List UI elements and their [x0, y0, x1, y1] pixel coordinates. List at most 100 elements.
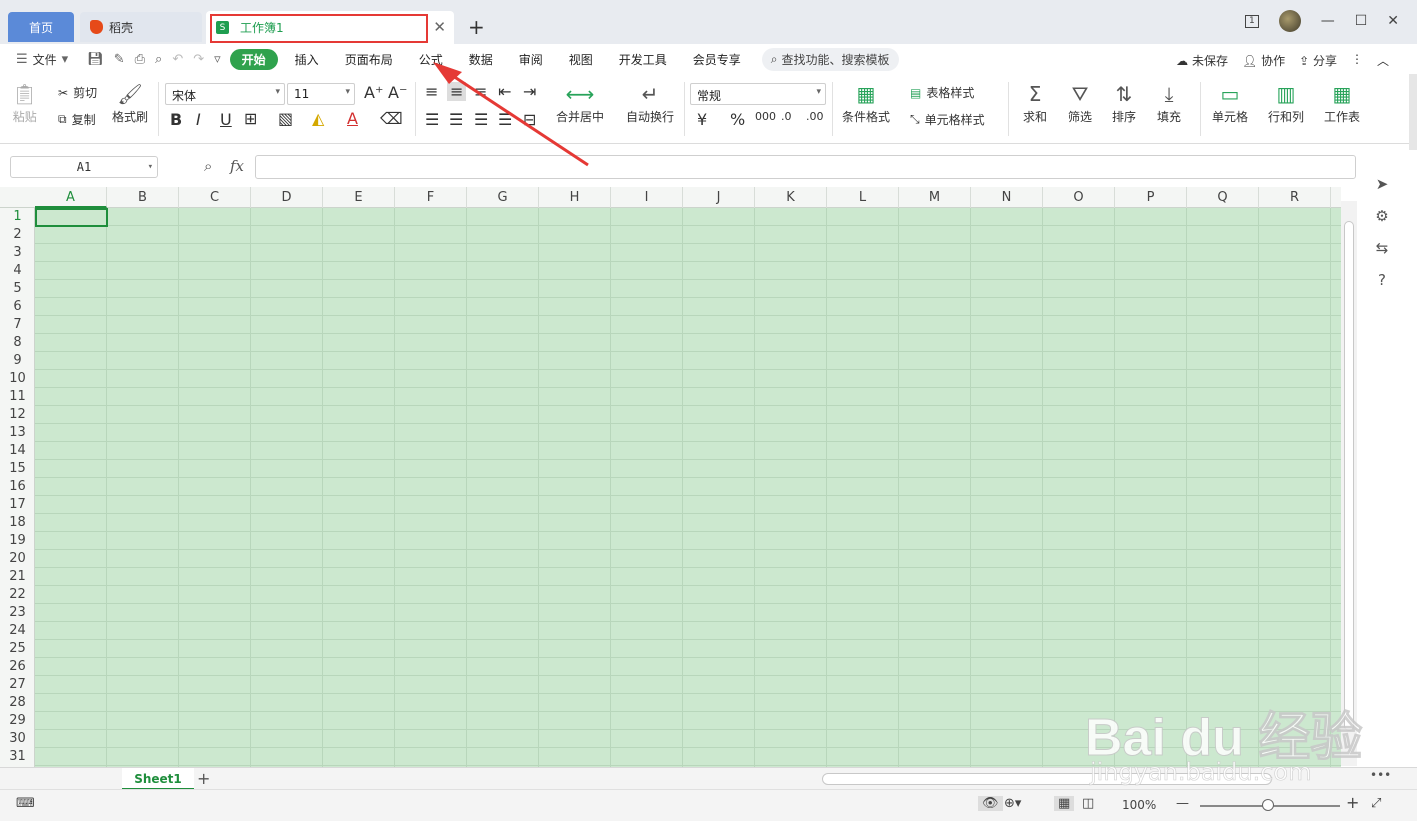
- print-icon[interactable]: ⎙: [135, 52, 145, 67]
- bold-icon[interactable]: B: [170, 110, 182, 129]
- table-style-button[interactable]: ▤ 表格样式: [910, 84, 974, 101]
- column-header[interactable]: I: [611, 187, 683, 208]
- filter-button[interactable]: ⛛ 筛选: [1068, 80, 1092, 125]
- settings-sliders-icon[interactable]: ⚙: [1375, 207, 1388, 225]
- row-header[interactable]: 28: [0, 694, 35, 712]
- name-box[interactable]: A1: [10, 156, 158, 178]
- font-color-icon[interactable]: A: [347, 109, 358, 128]
- eye-protection-icon[interactable]: 👁︎: [978, 796, 1003, 811]
- zoom-in-icon[interactable]: +: [1346, 793, 1359, 812]
- percent-icon[interactable]: %: [730, 110, 745, 129]
- cell-button[interactable]: ▭ 单元格: [1212, 80, 1248, 125]
- sum-button[interactable]: Σ 求和: [1023, 80, 1047, 125]
- wrap-text-button[interactable]: ↵ 自动换行: [626, 80, 674, 125]
- format-painter-small-icon[interactable]: ✎: [114, 52, 125, 67]
- close-tab-icon[interactable]: ✕: [433, 18, 446, 36]
- help-icon[interactable]: ?: [1378, 271, 1386, 289]
- indent-decrease-icon[interactable]: ⇤: [498, 82, 511, 101]
- zoom-level[interactable]: 100%: [1122, 798, 1156, 812]
- row-header[interactable]: 7: [0, 316, 35, 334]
- vertical-scroll-thumb[interactable]: [1344, 221, 1354, 731]
- menu-view[interactable]: 视图: [556, 51, 606, 68]
- more-quick-icon[interactable]: ▿: [214, 52, 221, 67]
- column-header[interactable]: Q: [1187, 187, 1259, 208]
- column-header[interactable]: F: [395, 187, 467, 208]
- undo-icon[interactable]: ↶: [172, 52, 183, 67]
- row-header[interactable]: 24: [0, 622, 35, 640]
- row-header[interactable]: 2: [0, 226, 35, 244]
- tab-home[interactable]: 首页: [8, 12, 74, 42]
- row-header[interactable]: 15: [0, 460, 35, 478]
- row-header[interactable]: 18: [0, 514, 35, 532]
- row-header[interactable]: 19: [0, 532, 35, 550]
- menu-review[interactable]: 审阅: [506, 51, 556, 68]
- row-header[interactable]: 31: [0, 748, 35, 766]
- column-header[interactable]: D: [251, 187, 323, 208]
- column-header[interactable]: P: [1115, 187, 1187, 208]
- collab-button[interactable]: 👤︎ 协作: [1242, 52, 1285, 69]
- row-header[interactable]: 30: [0, 730, 35, 748]
- row-header[interactable]: 13: [0, 424, 35, 442]
- column-header[interactable]: E: [323, 187, 395, 208]
- currency-icon[interactable]: ¥: [697, 110, 707, 129]
- transform-icon[interactable]: ⇆: [1376, 239, 1389, 257]
- more-icon[interactable]: ⋮: [1351, 52, 1363, 69]
- crosshair-view-icon[interactable]: ⊕▾: [1004, 796, 1021, 811]
- row-header[interactable]: 22: [0, 586, 35, 604]
- row-header[interactable]: 6: [0, 298, 35, 316]
- column-header[interactable]: M: [899, 187, 971, 208]
- fx-icon[interactable]: fx: [230, 157, 244, 175]
- menu-member[interactable]: 会员专享: [680, 51, 754, 68]
- normal-view-icon[interactable]: ▦: [1054, 796, 1075, 811]
- cut-button[interactable]: ✂ 剪切: [58, 84, 97, 101]
- underline-icon[interactable]: U: [220, 110, 232, 129]
- maximize-icon[interactable]: ☐: [1355, 13, 1368, 29]
- justify-icon[interactable]: ☰: [498, 110, 512, 129]
- row-header[interactable]: 21: [0, 568, 35, 586]
- column-header[interactable]: R: [1259, 187, 1331, 208]
- row-header[interactable]: 1: [0, 208, 35, 226]
- fill-pattern-icon[interactable]: ▧: [278, 109, 293, 128]
- cell-style-button[interactable]: ⤡ 单元格样式: [910, 111, 985, 128]
- zoom-slider-thumb[interactable]: [1262, 799, 1274, 811]
- row-header[interactable]: 23: [0, 604, 35, 622]
- worksheet-button[interactable]: ▦ 工作表: [1324, 80, 1360, 125]
- column-header[interactable]: N: [971, 187, 1043, 208]
- sort-button[interactable]: ⇅ 排序: [1112, 80, 1136, 125]
- menu-page-layout[interactable]: 页面布局: [332, 51, 406, 68]
- copy-button[interactable]: ⧉ 复制: [58, 111, 96, 128]
- thousands-icon[interactable]: 000: [755, 110, 776, 123]
- close-window-icon[interactable]: ✕: [1387, 13, 1399, 29]
- chevron-down-icon[interactable]: ▾: [62, 52, 69, 67]
- share-button[interactable]: ⇪ 分享: [1299, 52, 1337, 69]
- column-header[interactable]: K: [755, 187, 827, 208]
- column-header[interactable]: L: [827, 187, 899, 208]
- fill-button[interactable]: ⤓ 填充: [1157, 80, 1181, 125]
- row-header[interactable]: 3: [0, 244, 35, 262]
- print-preview-icon[interactable]: ⌕: [155, 52, 162, 67]
- paste-button[interactable]: 📋︎ 粘贴: [12, 80, 37, 125]
- merge-center-button[interactable]: ⟷ 合并居中: [556, 80, 604, 125]
- row-header[interactable]: 14: [0, 442, 35, 460]
- decrease-font-icon[interactable]: A⁻: [388, 83, 407, 102]
- align-left-icon[interactable]: ☰: [425, 110, 439, 129]
- page-view-icon[interactable]: ◫: [1082, 796, 1094, 811]
- sheet-tab-sheet1[interactable]: Sheet1: [122, 768, 194, 790]
- minimize-icon[interactable]: —: [1321, 13, 1335, 29]
- fill-color-icon[interactable]: ◭: [312, 109, 324, 128]
- avatar[interactable]: [1278, 10, 1301, 32]
- decrease-decimal-icon[interactable]: .00: [806, 110, 824, 123]
- page-indicator[interactable]: 1: [1244, 14, 1259, 28]
- column-header[interactable]: J: [683, 187, 755, 208]
- column-header[interactable]: A: [35, 187, 107, 208]
- row-header[interactable]: 12: [0, 406, 35, 424]
- format-painter-button[interactable]: 🖌︎ 格式刷: [112, 80, 148, 125]
- row-header[interactable]: 11: [0, 388, 35, 406]
- menu-start[interactable]: 开始: [229, 48, 278, 70]
- align-bottom-icon[interactable]: ≡: [474, 82, 487, 101]
- align-middle-icon[interactable]: ≡: [447, 82, 467, 101]
- row-header[interactable]: 10: [0, 370, 35, 388]
- increase-decimal-icon[interactable]: .0: [781, 110, 792, 123]
- column-header[interactable]: H: [539, 187, 611, 208]
- distribute-icon[interactable]: ⊟: [523, 110, 536, 129]
